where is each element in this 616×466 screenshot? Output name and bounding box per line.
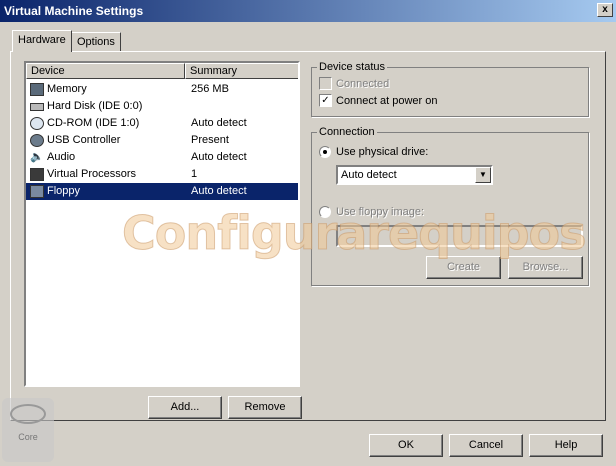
processor-icon (30, 168, 44, 181)
device-name: Audio (47, 151, 76, 163)
logo-caption: Core (18, 432, 38, 442)
use-physical-drive-radio[interactable] (319, 146, 331, 158)
device-summary: Present (191, 134, 229, 146)
connect-at-power-on-checkbox[interactable]: ✓ (319, 94, 332, 107)
device-summary: 256 MB (191, 83, 229, 95)
physical-drive-select[interactable]: Auto detect ▼ (336, 165, 493, 185)
tab-hardware[interactable]: Hardware (12, 30, 72, 52)
tab-options-label: Options (77, 36, 115, 48)
device-row-usb[interactable]: USB Controller Present (26, 132, 298, 149)
add-button-label: Add... (170, 401, 200, 413)
device-summary: Auto detect (191, 185, 247, 197)
close-icon: x (602, 4, 608, 15)
help-button[interactable]: Help (529, 434, 603, 457)
device-summary: Auto detect (191, 117, 247, 129)
create-button[interactable]: Create (426, 256, 501, 279)
device-summary: Auto detect (191, 151, 247, 163)
connection-title: Connection (317, 126, 377, 138)
connected-checkbox[interactable] (319, 77, 332, 90)
floppy-image-path-field[interactable] (336, 225, 583, 247)
use-floppy-image-label: Use floppy image: (336, 206, 425, 218)
ok-button-label: OK (398, 439, 414, 451)
tab-options[interactable]: Options (71, 32, 121, 52)
device-list-header: Device Summary (26, 63, 298, 79)
remove-button-label: Remove (244, 401, 286, 413)
chevron-down-icon[interactable]: ▼ (475, 167, 491, 183)
physical-drive-value: Auto detect (341, 169, 397, 181)
device-row-processors[interactable]: Virtual Processors 1 (26, 166, 298, 183)
device-row-hard-disk[interactable]: Hard Disk (IDE 0:0) (26, 98, 298, 115)
column-header-summary[interactable]: Summary (185, 63, 298, 79)
device-name: CD-ROM (IDE 1:0) (47, 117, 140, 129)
ok-button[interactable]: OK (369, 434, 443, 457)
add-device-button[interactable]: Add... (148, 396, 222, 419)
close-button[interactable]: x (597, 3, 613, 17)
use-physical-drive-label: Use physical drive: (336, 146, 429, 158)
hard-disk-icon (30, 103, 44, 111)
device-row-audio[interactable]: 🔈 Audio Auto detect (26, 149, 298, 166)
device-status-title: Device status (317, 61, 388, 73)
device-status-group (311, 67, 589, 117)
device-name: Memory (47, 83, 87, 95)
window-title-bar[interactable]: Virtual Machine Settings (0, 0, 616, 22)
floppy-icon (30, 185, 44, 198)
check-icon: ✓ (321, 95, 330, 106)
memory-icon (30, 83, 44, 96)
device-name: Hard Disk (IDE 0:0) (47, 100, 143, 112)
logo-badge-icon (10, 404, 46, 424)
device-name: USB Controller (47, 134, 121, 146)
use-floppy-image-radio[interactable] (319, 206, 331, 218)
connect-at-power-on-label: Connect at power on (336, 95, 438, 107)
connected-label: Connected (336, 78, 390, 90)
cdrom-icon (30, 117, 44, 130)
window-title: Virtual Machine Settings (4, 4, 144, 18)
audio-icon: 🔈 (30, 151, 44, 163)
help-button-label: Help (554, 439, 578, 451)
tab-hardware-label: Hardware (18, 34, 66, 46)
browse-button-label: Browse... (522, 261, 569, 273)
device-name: Floppy (47, 185, 81, 197)
watermark-logo: Core (2, 398, 54, 462)
device-row-memory[interactable]: Memory 256 MB (26, 81, 298, 98)
device-summary: 1 (191, 168, 198, 180)
column-device-label: Device (31, 65, 65, 77)
remove-device-button[interactable]: Remove (228, 396, 302, 419)
device-row-cdrom[interactable]: CD-ROM (IDE 1:0) Auto detect (26, 115, 298, 132)
cancel-button[interactable]: Cancel (449, 434, 523, 457)
column-header-device[interactable]: Device (26, 63, 185, 79)
device-name: Virtual Processors (47, 168, 137, 180)
device-list[interactable]: Device Summary Memory 256 MB Hard Disk (… (24, 61, 300, 387)
browse-button[interactable]: Browse... (508, 256, 583, 279)
usb-icon (30, 134, 44, 147)
cancel-button-label: Cancel (468, 439, 504, 451)
create-button-label: Create (446, 261, 481, 273)
device-row-floppy[interactable]: Floppy Auto detect (26, 183, 298, 200)
column-summary-label: Summary (190, 65, 238, 77)
